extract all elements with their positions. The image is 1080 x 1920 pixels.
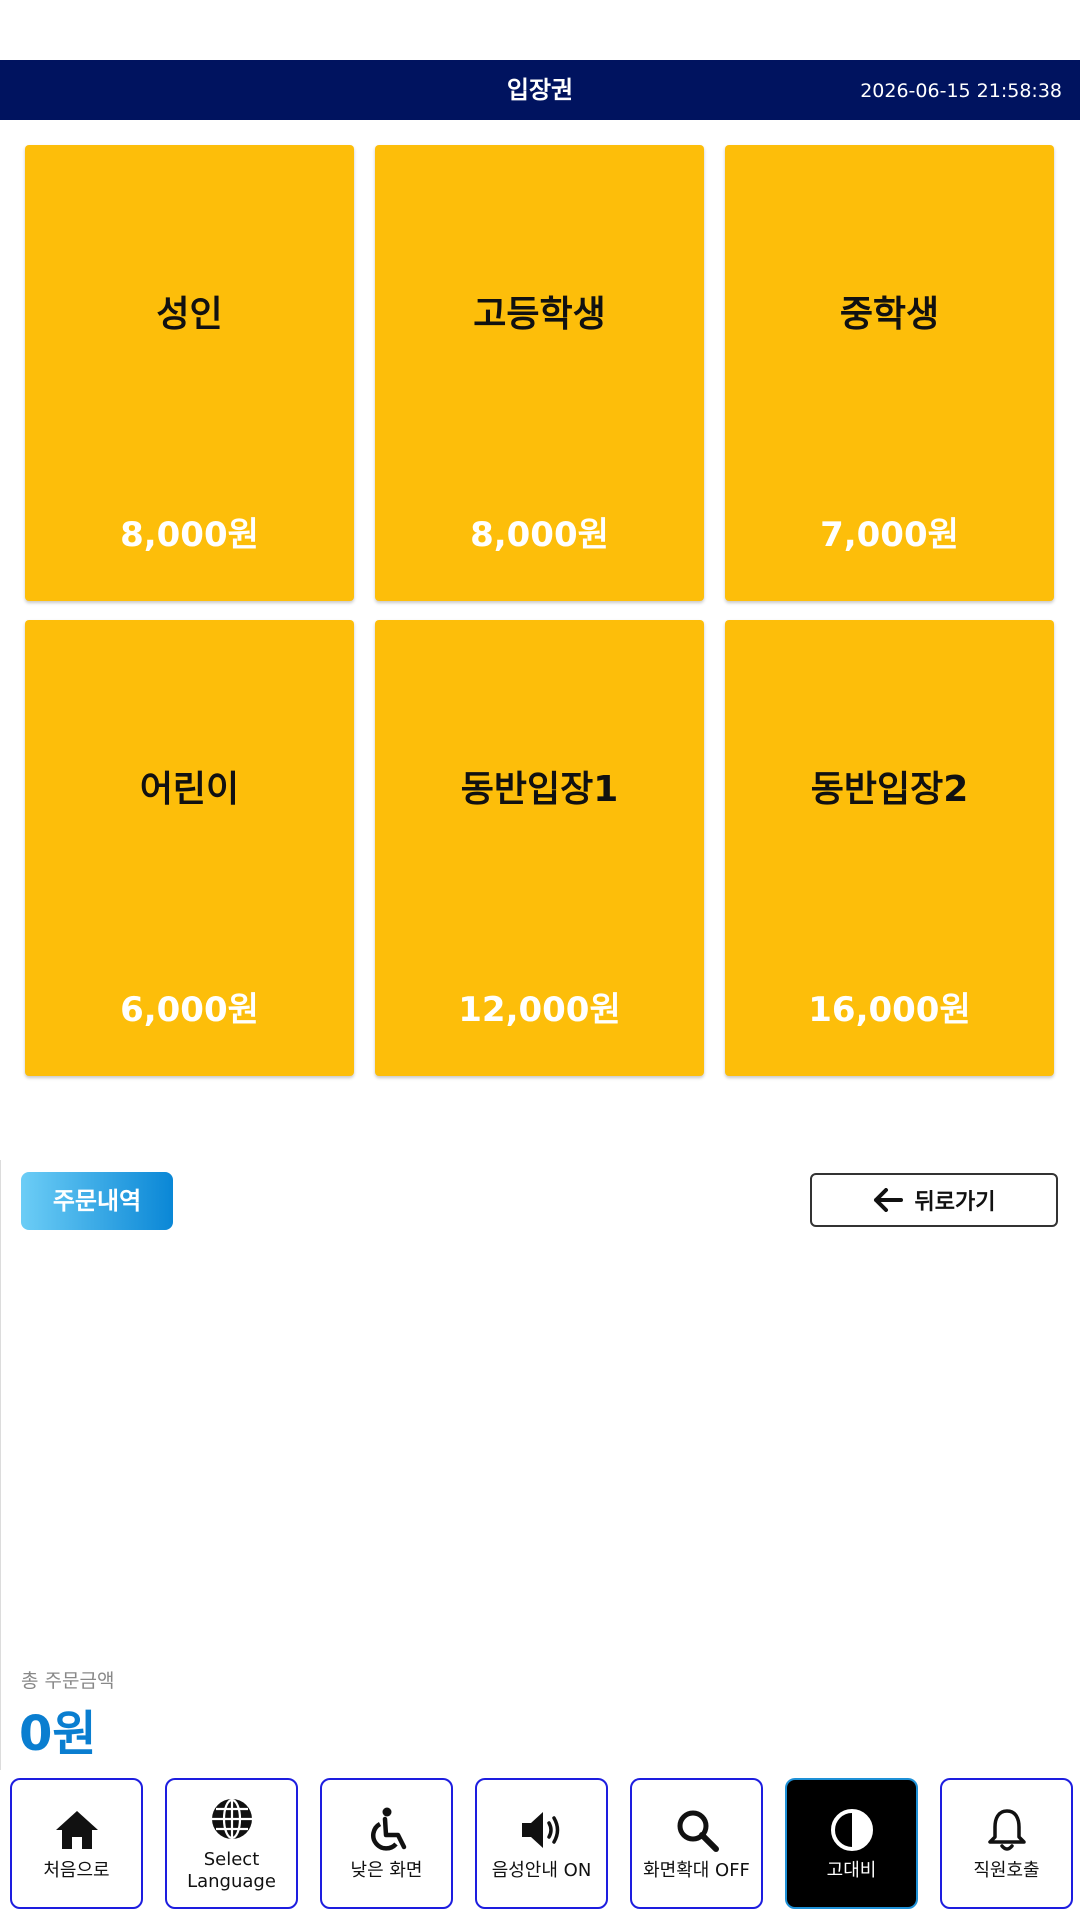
datetime-display: 2026-06-15 21:58:38 bbox=[860, 80, 1062, 102]
ticket-price: 6,000원 bbox=[120, 990, 259, 1030]
home-button-label: 처음으로 bbox=[43, 1859, 110, 1881]
ticket-tile-companion-2[interactable]: 동반입장2 16,000원 bbox=[725, 620, 1054, 1076]
back-button[interactable]: 뒤로가기 bbox=[810, 1173, 1058, 1227]
ticket-tile-high-school[interactable]: 고등학생 8,000원 bbox=[375, 145, 704, 601]
select-language-label: Select Language bbox=[187, 1849, 276, 1893]
ticket-price: 7,000원 bbox=[820, 515, 959, 555]
ticket-tile-middle-school[interactable]: 중학생 7,000원 bbox=[725, 145, 1054, 601]
voice-guide-button[interactable]: 음성안내 ON bbox=[475, 1778, 608, 1909]
zoom-label: 화면확대 OFF bbox=[643, 1859, 750, 1881]
ticket-name: 동반입장2 bbox=[810, 769, 969, 810]
magnifier-icon bbox=[677, 1810, 719, 1852]
ticket-name: 성인 bbox=[156, 294, 223, 335]
globe-icon bbox=[211, 1798, 252, 1839]
total-amount-value: 0원 bbox=[19, 1706, 97, 1762]
ticket-name: 중학생 bbox=[839, 294, 940, 335]
bell-icon bbox=[987, 1808, 1026, 1851]
high-contrast-button[interactable]: 고대비 bbox=[785, 1778, 918, 1909]
order-history-tab[interactable]: 주문내역 bbox=[21, 1172, 173, 1230]
ticket-price: 8,000원 bbox=[120, 515, 259, 555]
low-screen-label: 낮은 화면 bbox=[350, 1859, 423, 1881]
ticket-price: 12,000원 bbox=[458, 990, 621, 1030]
label-line-1: Select bbox=[203, 1848, 260, 1870]
contrast-icon bbox=[830, 1808, 873, 1851]
low-screen-button[interactable]: 낮은 화면 bbox=[320, 1778, 453, 1909]
arrow-left-icon bbox=[873, 1188, 903, 1212]
select-language-button[interactable]: Select Language bbox=[165, 1778, 298, 1909]
total-amount-label: 총 주문금액 bbox=[21, 1670, 115, 1692]
label-line-2: Language bbox=[187, 1870, 276, 1892]
ticket-price: 8,000원 bbox=[470, 515, 609, 555]
home-button[interactable]: 처음으로 bbox=[10, 1778, 143, 1909]
ticket-tile-companion-1[interactable]: 동반입장1 12,000원 bbox=[375, 620, 704, 1076]
order-panel-divider bbox=[0, 1160, 1, 1770]
staff-call-button[interactable]: 직원호출 bbox=[940, 1778, 1073, 1909]
home-icon bbox=[55, 1810, 98, 1849]
ticket-tile-child[interactable]: 어린이 6,000원 bbox=[25, 620, 354, 1076]
ticket-tile-adult[interactable]: 성인 8,000원 bbox=[25, 145, 354, 601]
ticket-name: 고등학생 bbox=[473, 294, 606, 335]
zoom-button[interactable]: 화면확대 OFF bbox=[630, 1778, 763, 1909]
ticket-name: 어린이 bbox=[139, 769, 240, 810]
voice-guide-label: 음성안내 ON bbox=[491, 1859, 592, 1881]
wheelchair-icon bbox=[370, 1807, 406, 1851]
ticket-name: 동반입장1 bbox=[460, 769, 619, 810]
high-contrast-label: 고대비 bbox=[826, 1859, 877, 1881]
speaker-icon bbox=[521, 1811, 559, 1848]
header-bar: 입장권 2026-06-15 21:58:38 bbox=[0, 60, 1080, 120]
back-button-label: 뒤로가기 bbox=[914, 1190, 996, 1215]
ticket-price: 16,000원 bbox=[808, 990, 971, 1030]
staff-call-label: 직원호출 bbox=[973, 1859, 1040, 1881]
